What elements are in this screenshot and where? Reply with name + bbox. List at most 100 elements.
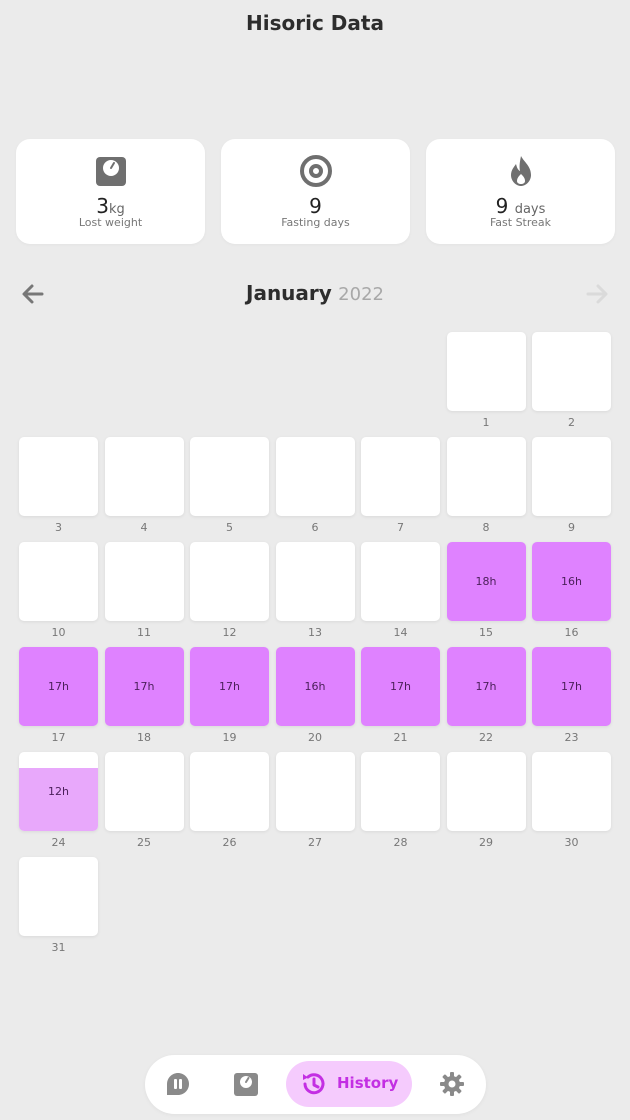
- day-hours: 12h: [48, 785, 69, 798]
- day-box: 12h: [19, 752, 98, 831]
- day-hours: 16h: [304, 680, 326, 693]
- next-month-arrow-icon[interactable]: [584, 281, 610, 307]
- month-navigation: January 2022: [0, 275, 630, 313]
- stat-card-lost-weight: 3kg Lost weight: [16, 139, 205, 244]
- day-number: 19: [222, 731, 237, 744]
- day-number: 21: [393, 731, 408, 744]
- stat-value: 9 days: [495, 194, 546, 218]
- history-label: History: [337, 1074, 399, 1092]
- day-number: 25: [137, 836, 151, 849]
- day-box: [104, 542, 184, 621]
- settings-gear-icon[interactable]: [438, 1070, 468, 1100]
- calendar-day[interactable]: 17h 19: [190, 647, 269, 749]
- stat-card-fasting-days: 9 Fasting days: [221, 139, 410, 244]
- day-hours: 17h: [133, 680, 155, 693]
- calendar-day[interactable]: 27: [275, 752, 355, 854]
- day-box: 17h: [190, 647, 269, 726]
- day-box: [104, 437, 184, 516]
- target-icon: [221, 154, 410, 188]
- day-number: 22: [479, 731, 493, 744]
- day-number: 20: [308, 731, 322, 744]
- calendar-day[interactable]: 5: [190, 437, 269, 539]
- stat-unit: kg: [108, 202, 125, 217]
- calendar-day[interactable]: 11: [104, 542, 184, 644]
- calendar-day[interactable]: 1: [446, 332, 526, 434]
- day-hours: 17h: [48, 680, 69, 693]
- calendar-day[interactable]: 16h 20: [275, 647, 355, 749]
- calendar-day[interactable]: 13: [275, 542, 355, 644]
- bottom-navigation: History: [145, 1055, 486, 1114]
- calendar-day[interactable]: 16h 16: [532, 542, 611, 644]
- stat-unit: days: [514, 202, 546, 217]
- day-box: [532, 752, 611, 831]
- calendar-day[interactable]: 7: [361, 437, 440, 539]
- day-number: 1: [482, 416, 490, 429]
- day-number: 30: [564, 836, 579, 849]
- day-number: 28: [393, 836, 408, 849]
- calendar-day[interactable]: 18h 15: [446, 542, 526, 644]
- calendar-day[interactable]: 17h 18: [104, 647, 184, 749]
- day-number: 27: [308, 836, 322, 849]
- day-box: [190, 752, 269, 831]
- day-number: 16: [564, 626, 579, 639]
- day-box: 18h: [446, 542, 526, 621]
- day-number: 6: [311, 521, 319, 534]
- scale-icon: [16, 154, 205, 188]
- day-box: 17h: [532, 647, 611, 726]
- day-box: [446, 437, 526, 516]
- day-hours: 16h: [561, 575, 582, 588]
- calendar-day[interactable]: 8: [446, 437, 526, 539]
- calendar-day[interactable]: 6: [275, 437, 355, 539]
- fasting-timer-icon[interactable]: [164, 1070, 194, 1100]
- calendar-day[interactable]: 17h 23: [532, 647, 611, 749]
- calendar-day[interactable]: 25: [104, 752, 184, 854]
- stat-label: Fasting days: [281, 216, 350, 229]
- page-title: Hisoric Data: [246, 11, 384, 35]
- weight-scale-icon[interactable]: [232, 1070, 262, 1100]
- day-box: [275, 437, 355, 516]
- day-number: 9: [568, 521, 575, 534]
- calendar-day[interactable]: 26: [190, 752, 269, 854]
- day-number: 11: [137, 626, 151, 639]
- calendar-day[interactable]: 2: [532, 332, 611, 434]
- month-name: January: [246, 281, 332, 305]
- day-box: 17h: [104, 647, 184, 726]
- calendar-day[interactable]: 3: [19, 437, 98, 539]
- stat-card-fast-streak: 9 days Fast Streak: [426, 139, 615, 244]
- day-number: 8: [482, 521, 490, 534]
- day-hours: 17h: [219, 680, 240, 693]
- day-number: 2: [568, 416, 575, 429]
- calendar-day[interactable]: 17h 17: [19, 647, 98, 749]
- calendar-day[interactable]: 17h 21: [361, 647, 440, 749]
- day-number: 10: [51, 626, 66, 639]
- calendar-day[interactable]: 28: [361, 752, 440, 854]
- history-tab[interactable]: History: [286, 1061, 412, 1107]
- calendar-day[interactable]: 4: [104, 437, 184, 539]
- day-box: 17h: [361, 647, 440, 726]
- day-number: 26: [222, 836, 237, 849]
- day-number: 12: [222, 626, 237, 639]
- calendar-day[interactable]: 17h 22: [446, 647, 526, 749]
- day-number: 31: [51, 941, 66, 954]
- calendar-day[interactable]: 12: [190, 542, 269, 644]
- day-number: 5: [226, 521, 233, 534]
- day-box: [532, 437, 611, 516]
- day-box: [446, 752, 526, 831]
- calendar-day[interactable]: 29: [446, 752, 526, 854]
- day-hours: 17h: [475, 680, 497, 693]
- calendar-day[interactable]: 9: [532, 437, 611, 539]
- day-number: 17: [51, 731, 66, 744]
- flame-icon: [426, 154, 615, 188]
- calendar-day[interactable]: 31: [19, 857, 98, 959]
- day-number: 23: [564, 731, 579, 744]
- calendar-day[interactable]: 14: [361, 542, 440, 644]
- calendar-day[interactable]: 10: [19, 542, 98, 644]
- day-box: [275, 542, 355, 621]
- day-number: 14: [393, 626, 408, 639]
- calendar-day[interactable]: 30: [532, 752, 611, 854]
- day-number: 29: [479, 836, 493, 849]
- day-hours: 17h: [561, 680, 582, 693]
- day-box: [19, 857, 98, 936]
- stat-value: 9: [309, 194, 322, 218]
- calendar-day[interactable]: 12h 24: [19, 752, 98, 854]
